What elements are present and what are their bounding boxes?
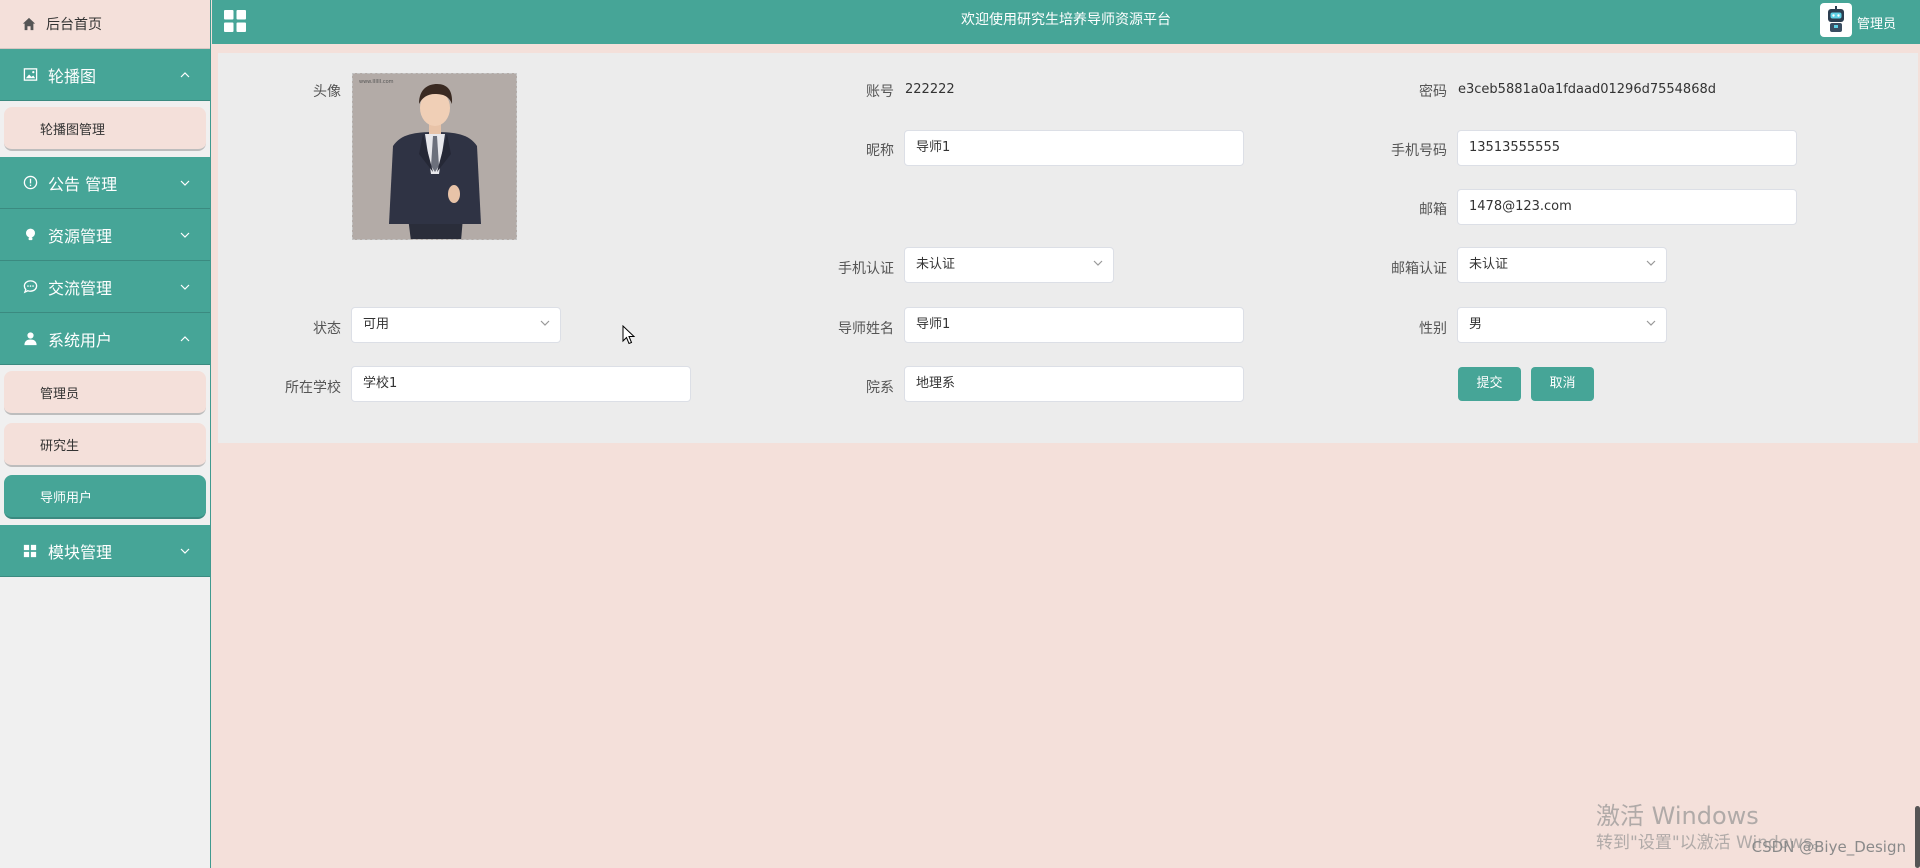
- mouse-cursor-icon: [622, 325, 636, 345]
- robot-avatar-icon: [1828, 6, 1844, 32]
- tutor-name-value: 导师1: [916, 317, 951, 332]
- menu-group-label: 交流管理: [48, 278, 113, 298]
- chevron-down-icon: [180, 232, 190, 238]
- chevron-down-icon: [540, 320, 550, 326]
- lightbulb-icon: [22, 227, 38, 243]
- menu-group-label: 系统用户: [48, 330, 113, 350]
- user-icon: [22, 331, 38, 347]
- gender-value: 男: [1469, 317, 1483, 332]
- csdn-watermark: CSDN @Biye_Design: [1751, 838, 1906, 856]
- email-verify-value: 未认证: [1469, 257, 1509, 272]
- tutor-edit-form: 头像 www.IIIIII.com 状态 可用 所在学校 学校1 账号 2222…: [218, 53, 1918, 443]
- phone-input[interactable]: 13513555555: [1457, 130, 1797, 166]
- chevron-down-icon: [1646, 260, 1656, 266]
- sidebar: 后台首页 轮播图 轮播图管理 公告 管理 资源管理 交流管理 系统用户 管理员 …: [0, 0, 211, 868]
- phone-value: 13513555555: [1469, 140, 1560, 155]
- menu-group-announcements[interactable]: 公告 管理: [0, 157, 210, 209]
- sidebar-item-graduate-students[interactable]: 研究生: [4, 423, 206, 467]
- cancel-button[interactable]: 取消: [1531, 367, 1594, 401]
- menu-group-label: 公告 管理: [48, 174, 118, 194]
- nickname-input[interactable]: 导师1: [904, 130, 1244, 166]
- chevron-down-icon: [1093, 260, 1103, 266]
- sidebar-home-label: 后台首页: [46, 17, 102, 33]
- chevron-down-icon: [180, 548, 190, 554]
- home-icon: [22, 17, 36, 31]
- user-avatar[interactable]: [1820, 3, 1852, 37]
- sidebar-item-carousel-management[interactable]: 轮播图管理: [4, 107, 206, 151]
- sidebar-item-label: 研究生: [40, 438, 80, 454]
- department-value: 地理系: [916, 376, 956, 391]
- windows-activation-title: 激活 Windows: [1596, 802, 1759, 830]
- email-verify-label: 邮箱认证: [1391, 261, 1447, 277]
- tutor-name-label: 导师姓名: [838, 321, 894, 337]
- chevron-down-icon: [180, 180, 190, 186]
- menu-group-communication[interactable]: 交流管理: [0, 261, 210, 313]
- password-label: 密码: [1419, 84, 1447, 100]
- menu-group-label: 轮播图: [48, 66, 97, 86]
- sidebar-item-admins[interactable]: 管理员: [4, 371, 206, 415]
- tutor-name-input[interactable]: 导师1: [904, 307, 1244, 343]
- school-label: 所在学校: [285, 380, 341, 396]
- menu-group-label: 资源管理: [48, 226, 113, 246]
- user-name[interactable]: 管理员: [1857, 13, 1896, 32]
- department-input[interactable]: 地理系: [904, 366, 1244, 402]
- status-label: 状态: [313, 321, 341, 337]
- chevron-down-icon: [180, 284, 190, 290]
- avatar-label: 头像: [313, 84, 341, 100]
- sidebar-item-label: 导师用户: [40, 490, 93, 506]
- department-label: 院系: [866, 380, 894, 396]
- phone-label: 手机号码: [1391, 143, 1447, 159]
- email-label: 邮箱: [1419, 202, 1447, 218]
- chevron-down-icon: [1646, 320, 1656, 326]
- email-input[interactable]: 1478@123.com: [1457, 189, 1797, 225]
- submit-button[interactable]: 提交: [1458, 367, 1521, 401]
- sidebar-item-tutor-users[interactable]: 导师用户: [4, 475, 206, 519]
- picture-icon: [22, 67, 38, 83]
- password-value: e3ceb5881a0a1fdaad01296d7554868d: [1458, 82, 1716, 97]
- info-circle-icon: [22, 175, 38, 191]
- menu-group-modules[interactable]: 模块管理: [0, 525, 210, 577]
- chat-icon: [22, 279, 38, 295]
- nickname-value: 导师1: [916, 140, 951, 155]
- status-value: 可用: [363, 317, 390, 332]
- sidebar-home-link[interactable]: 后台首页: [0, 0, 210, 49]
- menu-group-system-users[interactable]: 系统用户: [0, 313, 210, 365]
- menu-group-carousel[interactable]: 轮播图: [0, 49, 210, 101]
- grid-icon: [22, 543, 38, 559]
- scrollbar-thumb[interactable]: [1915, 806, 1920, 868]
- svg-text:www.IIIIII.com: www.IIIIII.com: [359, 79, 394, 85]
- sidebar-item-label: 管理员: [40, 386, 80, 402]
- nickname-label: 昵称: [866, 143, 894, 159]
- chevron-up-icon: [180, 71, 190, 77]
- menu-group-resources[interactable]: 资源管理: [0, 209, 210, 261]
- portrait-image: www.IIIIII.com: [353, 74, 516, 239]
- account-value: 222222: [905, 82, 955, 97]
- account-label: 账号: [866, 84, 894, 100]
- top-header: 欢迎使用研究生培养导师资源平台 管理员: [212, 0, 1920, 44]
- sidebar-item-label: 轮播图管理: [40, 122, 106, 138]
- school-value: 学校1: [363, 376, 398, 391]
- gender-label: 性别: [1419, 321, 1447, 337]
- school-input[interactable]: 学校1: [351, 366, 691, 402]
- submenu-system-users: 管理员 研究生 导师用户: [0, 365, 210, 525]
- app-title: 欢迎使用研究生培养导师资源平台: [961, 12, 1171, 28]
- phone-verify-select[interactable]: 未认证: [904, 247, 1114, 283]
- gender-select[interactable]: 男: [1457, 307, 1667, 343]
- email-verify-select[interactable]: 未认证: [1457, 247, 1667, 283]
- email-value: 1478@123.com: [1469, 199, 1572, 214]
- menu-group-label: 模块管理: [48, 542, 113, 562]
- status-select[interactable]: 可用: [351, 307, 561, 343]
- avatar-upload[interactable]: www.IIIIII.com: [352, 73, 517, 240]
- submenu-carousel: 轮播图管理: [0, 101, 210, 157]
- phone-verify-value: 未认证: [916, 257, 956, 272]
- chevron-up-icon: [180, 335, 190, 341]
- phone-verify-label: 手机认证: [838, 261, 894, 277]
